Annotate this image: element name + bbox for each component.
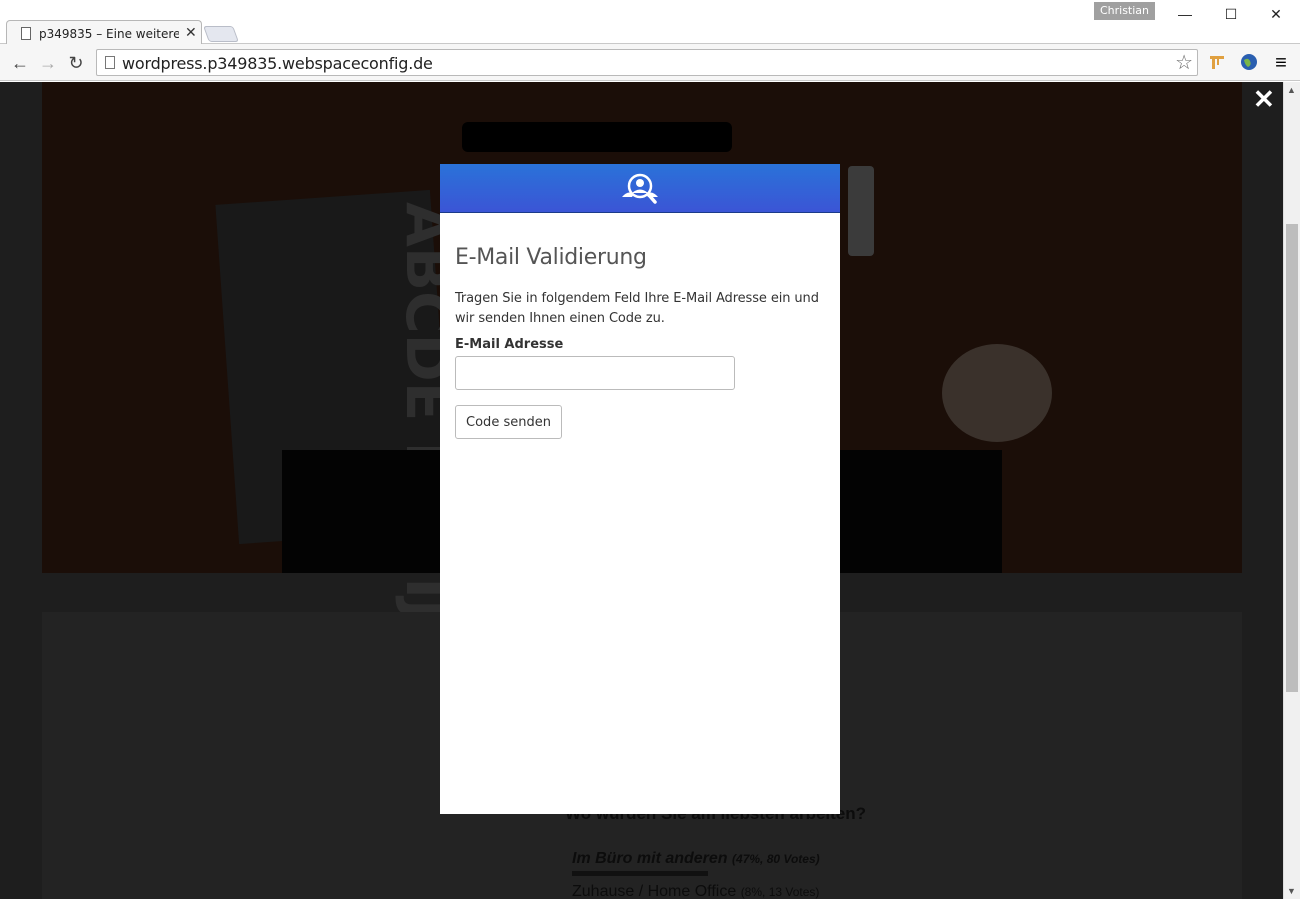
page-icon <box>105 56 115 69</box>
send-code-button[interactable]: Code senden <box>455 405 562 439</box>
scroll-up-icon[interactable]: ▲ <box>1287 85 1296 95</box>
email-validation-modal: E-Mail Validierung Tragen Sie in folgend… <box>440 164 840 814</box>
browser-toolbar: ← → ↻ wordpress.p349835.webspaceconfig.d… <box>0 44 1300 81</box>
modal-title: E-Mail Validierung <box>455 245 647 270</box>
email-label: E-Mail Adresse <box>455 337 564 352</box>
scroll-down-icon[interactable]: ▼ <box>1287 886 1296 896</box>
email-field[interactable] <box>455 356 735 390</box>
poll-answer-stats: (8%, 13 Votes) <box>740 885 820 899</box>
poll-answer-stats: (47%, 80 Votes) <box>732 852 820 866</box>
maximize-button[interactable]: ☐ <box>1216 4 1246 24</box>
bookmark-star-icon[interactable]: ☆ <box>1175 50 1193 75</box>
tab-close-icon[interactable]: ✕ <box>185 24 197 41</box>
page-icon <box>21 27 31 40</box>
user-search-icon <box>622 173 658 204</box>
poll-answer-label: Im Büro mit anderen <box>572 850 728 867</box>
scrollbar[interactable]: ▲ ▼ <box>1283 82 1300 899</box>
poll-answer-label: Zuhause / Home Office <box>572 883 737 899</box>
url-text[interactable]: wordpress.p349835.webspaceconfig.de <box>122 54 433 73</box>
back-button[interactable]: ← <box>8 51 32 75</box>
extension-icon[interactable] <box>1207 53 1227 73</box>
tab-title: p349835 – Eine weitere W <box>39 27 179 41</box>
menu-icon[interactable]: ≡ <box>1271 53 1291 73</box>
title-bar: p349835 – Eine weitere W ✕ Christian — ☐… <box>0 0 1300 45</box>
laptop-shape <box>462 122 732 152</box>
address-bar[interactable]: wordpress.p349835.webspaceconfig.de ☆ <box>96 49 1198 76</box>
forward-button[interactable]: → <box>36 51 60 75</box>
minimize-button[interactable]: — <box>1170 4 1200 24</box>
browser-tab[interactable]: p349835 – Eine weitere W ✕ <box>6 20 202 45</box>
poll-result-bar <box>572 871 708 876</box>
scroll-thumb[interactable] <box>1286 224 1298 692</box>
reload-button[interactable]: ↻ <box>64 51 88 75</box>
close-window-button[interactable]: ✕ <box>1261 4 1291 24</box>
overlay-close-icon[interactable]: ✕ <box>1253 86 1275 112</box>
poll-answer[interactable]: Im Büro mit anderen (47%, 80 Votes) <box>572 850 820 868</box>
profile-badge[interactable]: Christian <box>1094 2 1155 20</box>
poll-answer[interactable]: Zuhause / Home Office (8%, 13 Votes) <box>572 883 819 899</box>
modal-description: Tragen Sie in folgendem Feld Ihre E-Mail… <box>455 291 819 326</box>
new-tab-button[interactable] <box>203 26 239 42</box>
remote-shape <box>848 166 874 256</box>
modal-header <box>440 164 840 213</box>
slipper-shape <box>942 344 1052 442</box>
globe-extension-icon[interactable] <box>1239 53 1259 73</box>
